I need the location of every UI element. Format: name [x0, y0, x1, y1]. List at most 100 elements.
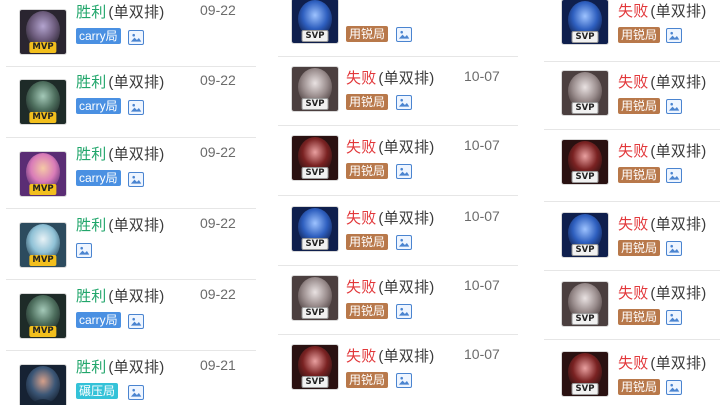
champion-avatar[interactable]: SVP	[292, 345, 338, 389]
champion-avatar[interactable]: MVP	[20, 10, 66, 54]
image-icon[interactable]	[396, 373, 412, 388]
queue-type: (单双排)	[378, 70, 435, 87]
result-label: 失败	[618, 74, 649, 91]
match-row[interactable]: MVP 胜利 (单双排) 09-22	[0, 199, 258, 269]
match-row[interactable]: SVP 失败 (单双排) 用锐局	[544, 0, 720, 56]
svp-badge: SVP	[301, 376, 329, 388]
svp-badge: SVP	[571, 383, 599, 395]
champion-avatar[interactable]: SVP	[562, 213, 608, 257]
match-row[interactable]: SVP 失败 (单双排) 用锐局	[544, 338, 720, 405]
queue-type: (单双排)	[650, 3, 707, 20]
row-divider	[544, 270, 720, 271]
match-row[interactable]: MVP 胜利 (单双排) 09-22 carry局	[0, 270, 258, 340]
match-tag: 用锐局	[618, 240, 661, 256]
match-tag: 用锐局	[346, 372, 389, 388]
queue-type: (单双排)	[108, 217, 165, 234]
match-row[interactable]: SVP 失败 (单双排) 10-07 用锐局	[278, 122, 522, 192]
champion-avatar[interactable]: SVP	[562, 0, 608, 44]
result-label: 失败	[618, 216, 649, 233]
image-icon[interactable]	[666, 99, 682, 114]
image-icon[interactable]	[396, 95, 412, 110]
image-icon[interactable]	[76, 243, 92, 258]
queue-type: (单双排)	[650, 74, 707, 91]
match-tag: 用锐局	[618, 167, 661, 183]
match-row[interactable]: SVP 失败 (单双排) 用锐局	[544, 126, 720, 196]
queue-type: (单双排)	[650, 285, 707, 302]
queue-type: (单双排)	[650, 355, 707, 372]
match-row[interactable]: MVP 胜利 (单双排) 09-22 carry局	[0, 128, 258, 198]
svp-badge: SVP	[571, 102, 599, 114]
mvp-badge: MVP	[29, 42, 57, 53]
match-row[interactable]: SVP 失败 (单双排) 10-07 用锐局	[278, 193, 522, 263]
match-row[interactable]: MVP 胜利 (单双排) 09-22 carry局	[0, 0, 258, 56]
match-tag: 用锐局	[346, 94, 389, 110]
image-icon[interactable]	[666, 28, 682, 43]
row-divider	[544, 61, 720, 62]
match-tag: carry局	[76, 170, 121, 186]
match-row[interactable]: SVP 失败 (单双排) 用锐局	[544, 268, 720, 338]
queue-type: (单双排)	[378, 210, 435, 227]
champion-avatar[interactable]	[20, 365, 66, 405]
match-row[interactable]: SVP 用锐局	[278, 0, 522, 55]
match-tag: 用锐局	[618, 27, 661, 43]
image-icon[interactable]	[396, 235, 412, 250]
row-divider	[544, 201, 720, 202]
svp-badge: SVP	[571, 313, 599, 325]
match-row[interactable]: SVP 失败 (单双排) 10-07 用锐局	[278, 262, 522, 332]
image-icon[interactable]	[396, 27, 412, 42]
match-row[interactable]: SVP 失败 (单双排) 10-07 用锐局	[278, 331, 522, 401]
match-list-right: SVP 失败 (单双排) 用锐局 SVP 失败 (单双排) 用锐局 SVP 失败 (单双排) 用锐局 S…	[544, 0, 720, 405]
match-tag: carry局	[76, 312, 121, 328]
champion-avatar[interactable]: SVP	[292, 136, 338, 180]
champion-avatar[interactable]: SVP	[292, 276, 338, 320]
queue-type: (单双排)	[108, 74, 165, 91]
champion-avatar[interactable]: MVP	[20, 80, 66, 124]
queue-type: (单双排)	[378, 139, 435, 156]
match-date: 10-07	[464, 277, 500, 293]
image-icon[interactable]	[396, 304, 412, 319]
svp-badge: SVP	[571, 171, 599, 183]
match-result: 失败 (单双排)	[618, 71, 706, 92]
champion-avatar[interactable]: SVP	[292, 0, 338, 43]
image-icon[interactable]	[666, 380, 682, 395]
image-icon[interactable]	[128, 100, 144, 115]
image-icon[interactable]	[128, 385, 144, 400]
image-icon[interactable]	[666, 310, 682, 325]
row-divider	[278, 334, 518, 335]
result-label: 失败	[618, 3, 649, 20]
match-row[interactable]: SVP 失败 (单双排) 用锐局	[544, 57, 720, 127]
row-divider	[278, 195, 518, 196]
result-label: 胜利	[76, 288, 107, 305]
champion-avatar[interactable]: SVP	[292, 67, 338, 111]
champion-avatar[interactable]: SVP	[562, 71, 608, 115]
champion-avatar[interactable]: SVP	[562, 282, 608, 326]
champion-avatar[interactable]: MVP	[20, 223, 66, 267]
image-icon[interactable]	[128, 172, 144, 187]
image-icon[interactable]	[128, 314, 144, 329]
match-list-middle: SVP 用锐局 SVP 失败 (单双排) 10-07 用锐局 SVP 失败 (单双排) 10-07 用…	[278, 0, 522, 405]
match-date: 10-07	[464, 346, 500, 362]
match-date: 09-22	[200, 144, 236, 160]
mvp-badge: MVP	[29, 112, 57, 123]
match-result: 失败 (单双排)	[346, 207, 434, 228]
image-icon[interactable]	[396, 164, 412, 179]
champion-avatar[interactable]: MVP	[20, 152, 66, 196]
champion-avatar[interactable]: SVP	[292, 207, 338, 251]
match-row[interactable]: SVP 失败 (单双排) 10-07 用锐局	[278, 53, 522, 123]
champion-avatar[interactable]: SVP	[562, 352, 608, 396]
image-icon[interactable]	[666, 168, 682, 183]
match-tag: 用锐局	[618, 309, 661, 325]
champion-avatar[interactable]: MVP	[20, 294, 66, 338]
image-icon[interactable]	[128, 30, 144, 45]
result-label: 失败	[346, 279, 377, 296]
svp-badge: SVP	[571, 244, 599, 256]
image-icon[interactable]	[666, 241, 682, 256]
champion-avatar[interactable]: SVP	[562, 140, 608, 184]
mvp-badge: MVP	[29, 184, 57, 195]
result-label: 失败	[346, 70, 377, 87]
queue-type: (单双排)	[108, 359, 165, 376]
row-divider	[278, 56, 518, 57]
match-result: 失败 (单双排)	[618, 352, 706, 373]
row-divider	[6, 350, 256, 351]
match-row[interactable]: SVP 失败 (单双排) 用锐局	[544, 199, 720, 269]
